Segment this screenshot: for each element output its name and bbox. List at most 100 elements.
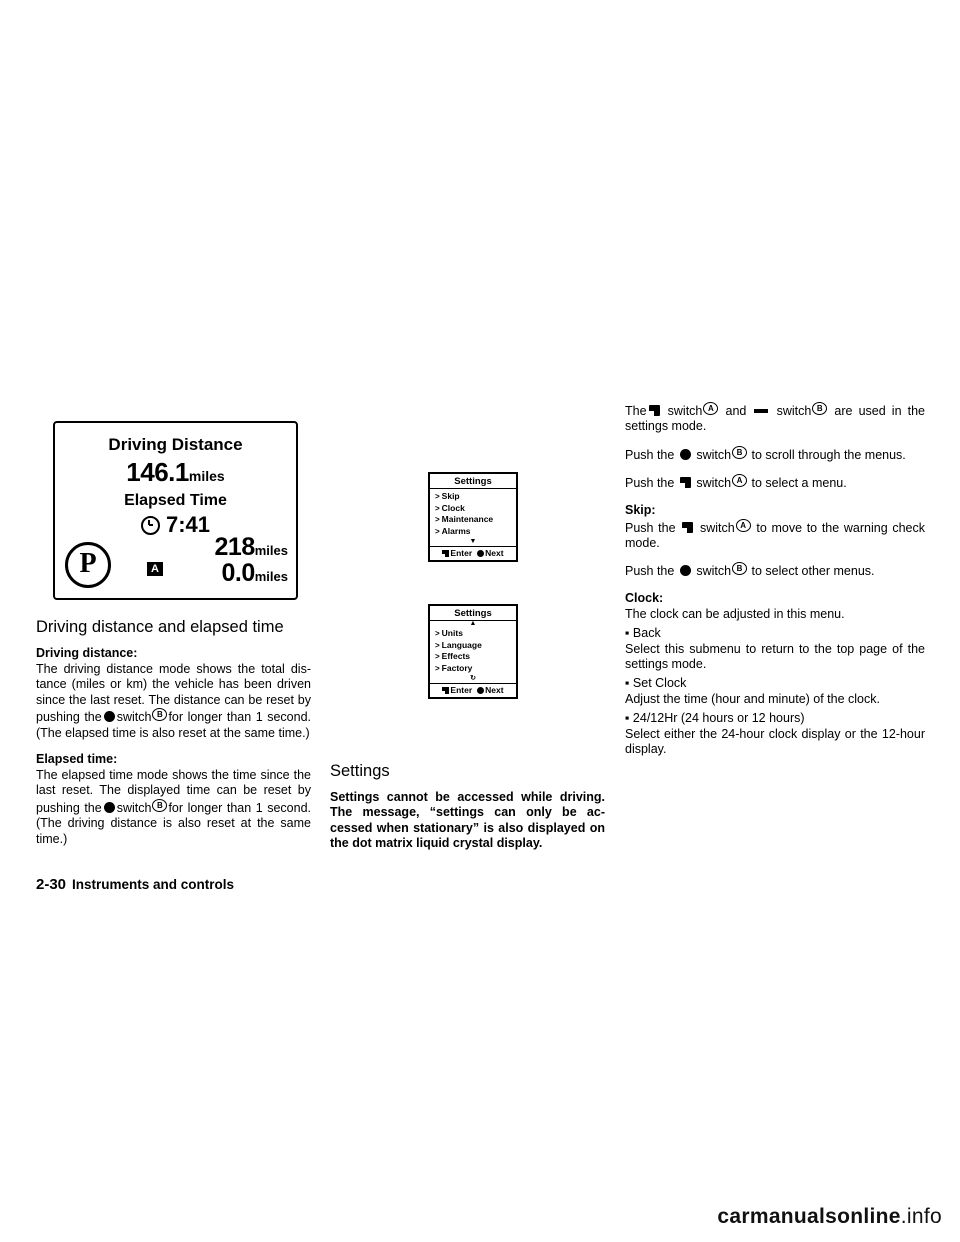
menu2-enter: Enter	[442, 685, 472, 695]
gear-indicator: P	[65, 542, 111, 588]
menu1-item-clock: > Clock	[435, 503, 516, 515]
menu2-item-effects: > Effects	[435, 651, 516, 663]
p5-text-b: switch	[696, 564, 732, 579]
menu1-item-maintenance: > Maintenance	[435, 514, 516, 526]
p4-text-b: switch	[699, 520, 735, 535]
enter-switch-icon	[648, 405, 660, 416]
switch-a-badge-2: A	[732, 474, 748, 488]
switch-b-badge: B	[152, 708, 168, 722]
menu1-item-skip: > Skip	[435, 491, 516, 503]
bullet-back-label: Back	[632, 626, 661, 641]
p3-text-c: to select a menu.	[751, 476, 847, 491]
menu2-item-language: > Language	[435, 640, 516, 652]
scroll-switch-icon	[754, 409, 769, 413]
menu2-next-label: Next	[485, 685, 504, 695]
scroll-loop-arrow-icon: ↻	[470, 675, 476, 682]
scroll-up-arrow-icon: ▲	[469, 620, 477, 627]
p2-text-b: switch	[696, 447, 732, 462]
watermark-suffix: .info	[900, 1205, 942, 1228]
menu2-item-label: Units	[441, 628, 463, 638]
p5-text-c: to select other menus.	[751, 564, 875, 579]
section-heading-driving: Driving distance and elapsed time	[36, 618, 284, 636]
menu2-enter-label: Enter	[450, 685, 473, 695]
p3-text-b: switch	[696, 476, 732, 491]
bullet-dot-icon: ▪	[625, 711, 630, 726]
lcd-display-figure: Driving Distance 146.1miles Elapsed Time…	[53, 421, 298, 600]
menu2-item-label: Language	[441, 639, 482, 650]
odometer-unit: miles	[254, 543, 288, 558]
scroll-switch-dot-icon	[679, 448, 691, 460]
menu2-items: > Units > Language > Effects > Factory	[430, 628, 516, 675]
paragraph-elapsed-time: The elapsed time mode shows the time sin…	[36, 768, 311, 847]
enter-switch-icon-2	[679, 477, 691, 489]
subheading-skip: Skip:	[625, 502, 656, 517]
chevron-right-icon: >	[435, 503, 440, 513]
switch-b-badge-2: B	[732, 445, 748, 459]
bullet-24-12hr: ▪ 24/12Hr (24 hours or 12 hours)	[625, 711, 925, 726]
odometer-row: 218miles	[215, 533, 288, 562]
menu1-items: > Skip > Clock > Maintenance > Alarms	[430, 489, 516, 538]
paragraph-switches-used: The switch A and switch B are used in the …	[625, 402, 925, 435]
footer-section-title: Instruments and controls	[72, 877, 235, 892]
p1-text-a: The	[625, 404, 647, 418]
scroll-down-arrow-icon: ▼	[469, 538, 477, 545]
p1-text-b: switch	[667, 404, 703, 418]
menu2-item-label: Factory	[441, 662, 473, 673]
enter-switch-icon-3	[682, 521, 694, 533]
next-switch-icon	[477, 687, 485, 694]
p1-text-d: switch	[776, 404, 812, 418]
lcd-elapsed-value: 7:41	[165, 512, 211, 537]
trip-a-badge: A	[147, 562, 163, 576]
menu1-item-label: Skip	[441, 491, 460, 501]
chevron-right-icon: >	[435, 663, 440, 673]
paragraph-select-menu: Push the switch A to select a menu.	[625, 474, 925, 491]
bullet-24-12hr-label: 24/12Hr (24 hours or 12 hours)	[632, 711, 805, 726]
menu1-enter: Enter	[442, 548, 472, 558]
switch-b-badge-2: B	[152, 798, 168, 812]
p1-text-c: and	[725, 404, 747, 418]
bullet-set-clock-label: Set Clock	[632, 676, 687, 691]
bullet-set-clock-text: Adjust the time (hour and minute) of the…	[625, 691, 880, 706]
menu2-item-label: Effects	[441, 651, 471, 661]
switch-b-badge-3: B	[732, 562, 748, 576]
bullet-dot-icon: ▪	[625, 626, 630, 641]
clock-icon	[140, 515, 160, 535]
chevron-right-icon: >	[435, 640, 440, 650]
settings-menu-figure-1: Settings > Skip > Clock > Maintenance > Alar…	[428, 472, 518, 562]
paragraph-skip-other: Push the switch B to select other menus.	[625, 562, 925, 579]
scroll-switch-dot-icon-2	[679, 565, 691, 577]
menu1-item-alarms: > Alarms	[435, 526, 516, 538]
menu1-title: Settings	[430, 474, 516, 489]
page-footer: 2-30 Instruments and controls	[36, 876, 234, 894]
menu2-footer: Enter Next	[430, 683, 516, 697]
column-three: The switch A and switch B are used in the …	[625, 402, 925, 762]
p5-text-a: Push the	[625, 564, 675, 579]
enter-switch-icon	[442, 687, 450, 694]
lcd-distance-unit: miles	[188, 468, 225, 484]
menu1-enter-label: Enter	[450, 548, 473, 558]
lcd-distance-value: 146.1	[126, 457, 189, 487]
settings-warning-paragraph: Settings cannot be accessed while drivin…	[330, 790, 605, 851]
menu2-item-units: > Units	[435, 628, 516, 640]
p4-text-a: Push the	[625, 520, 676, 535]
odometer-value: 218	[214, 533, 256, 561]
paragraph-scroll-menus: Push the switch B to scroll through the m…	[625, 445, 925, 463]
site-watermark: carmanualsonline.info	[717, 1205, 942, 1229]
lcd-distance-row: 146.1miles	[55, 457, 296, 488]
column-one: Driving distance and elapsed time Drivin…	[36, 618, 311, 858]
switch-b-dot-icon-2	[103, 801, 115, 813]
lcd-bottom-row: P A 218miles 0.0miles	[55, 533, 296, 592]
subheading-clock: Clock:	[625, 590, 664, 605]
chevron-right-icon: >	[435, 629, 440, 638]
trip-unit: miles	[254, 569, 288, 584]
column-two: Settings Settings cannot be accessed whi…	[330, 762, 605, 863]
bullet-back-text: Select this submenu to return to the top…	[625, 641, 925, 672]
settings-menu-figure-2: Settings ▲ > Units > Language > Effects > Fa…	[428, 604, 518, 699]
p3-text-a: Push the	[625, 476, 675, 491]
menu2-title: Settings	[430, 606, 516, 621]
chevron-right-icon: >	[435, 652, 440, 661]
chevron-right-icon: >	[435, 515, 440, 524]
page-number: 2-30	[36, 876, 67, 893]
menu1-footer: Enter Next	[430, 546, 516, 560]
next-switch-icon	[477, 550, 485, 557]
